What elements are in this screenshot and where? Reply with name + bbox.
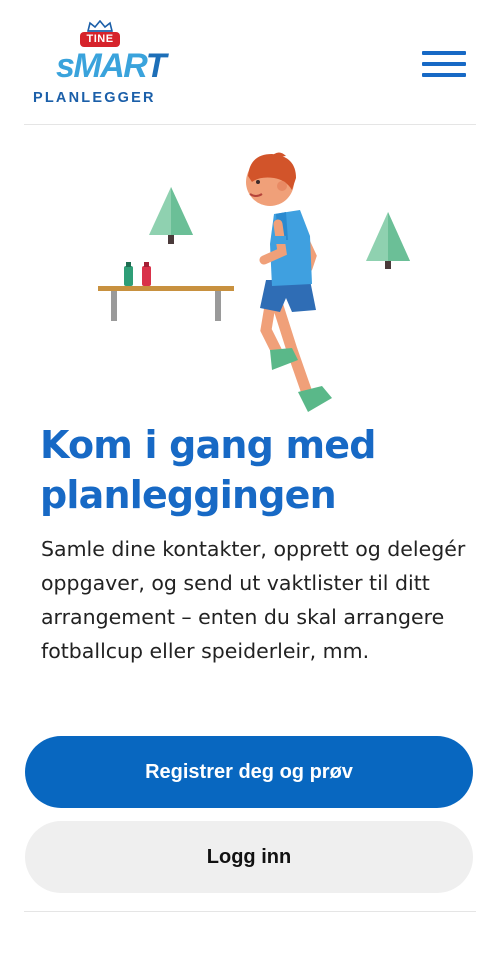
menu-bar [422, 73, 466, 77]
water-bottles-icon [124, 262, 151, 286]
tree-left-icon [149, 187, 193, 244]
header: TINE sMART PLANLEGGER [0, 0, 500, 125]
page-title: Kom i gang med planleggingen [40, 423, 376, 517]
logo-subtitle: PLANLEGGER [33, 90, 156, 106]
page-description: Samle dine kontakter, opprett og delegér… [41, 537, 466, 663]
menu-bar [422, 51, 466, 55]
login-button[interactable]: Logg inn [25, 821, 473, 893]
page: TINE sMART PLANLEGGER Kom i gang med pla… [0, 0, 500, 960]
tine-crown-icon [86, 20, 114, 32]
boy-running-illustration [98, 152, 410, 412]
running-boy-icon [246, 152, 332, 412]
tree-right-icon [366, 212, 410, 269]
hamburger-menu-icon[interactable] [422, 50, 466, 80]
footer-divider [24, 911, 476, 912]
tine-smart-planlegger-logo[interactable]: TINE sMART PLANLEGGER [28, 18, 178, 113]
register-button[interactable]: Registrer deg og prøv [25, 736, 473, 808]
smart-wordmark: sMART [56, 47, 167, 85]
table-icon [98, 286, 234, 321]
header-divider [24, 124, 476, 125]
menu-bar [422, 62, 466, 66]
tine-badge: TINE [80, 32, 120, 47]
